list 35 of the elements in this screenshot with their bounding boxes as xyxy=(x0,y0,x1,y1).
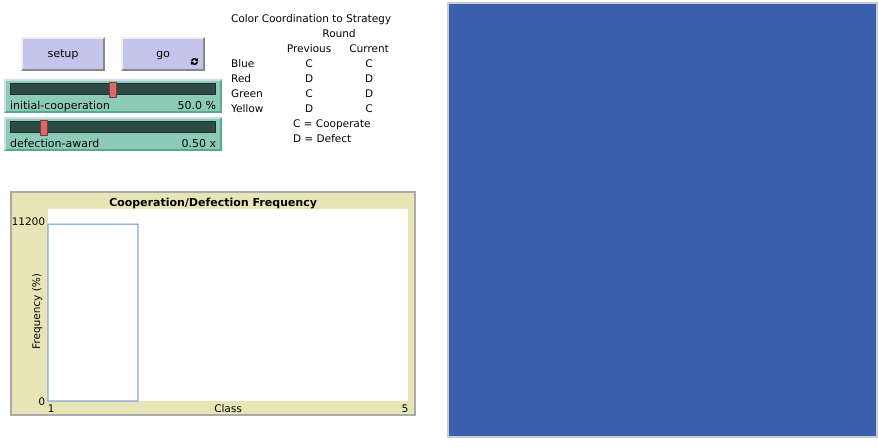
strategy-cell-text: C xyxy=(304,57,314,72)
strategy-cell-text: D xyxy=(364,87,374,102)
slider-control[interactable]: initial-cooperation 50.0 % xyxy=(4,79,222,113)
strategy-cell-text: D xyxy=(364,72,374,87)
slider-label: defection-award xyxy=(10,136,100,152)
legend-note: C = Cooperate xyxy=(293,117,372,132)
color-label: Yellow xyxy=(231,102,264,117)
color-label: Blue xyxy=(231,57,256,72)
slider-control[interactable]: defection-award 0.50 x xyxy=(4,117,222,151)
color-label: Green xyxy=(231,87,264,102)
button-control[interactable]: go xyxy=(121,37,205,71)
x-tick-label: 1 xyxy=(48,403,54,414)
color-label: Red xyxy=(231,72,252,87)
legend-subtitle: Round xyxy=(321,27,357,42)
x-axis-label: Class xyxy=(214,403,242,414)
slider-thumb[interactable] xyxy=(109,82,117,98)
legend-title: Color Coordination to Strategy xyxy=(231,12,392,27)
slider-value: 0.50 x xyxy=(182,136,216,152)
strategy-cell-text: C xyxy=(364,102,374,117)
strategy-cell-text: C xyxy=(304,87,314,102)
x-tick-label: 5 xyxy=(402,403,408,414)
y-tick-label: 11200 xyxy=(12,216,45,228)
strategy-cell-text: D xyxy=(304,72,314,87)
y-tick-label: 0 xyxy=(38,396,45,408)
column-header: Previous xyxy=(286,42,332,57)
y-axis-label: Frequency (%) xyxy=(31,273,43,349)
slider-label: initial-cooperation xyxy=(10,98,110,114)
button-control[interactable]: setup xyxy=(21,37,105,71)
slider-value: 50.0 % xyxy=(178,98,216,114)
chart-title: Cooperation/Defection Frequency xyxy=(108,195,318,211)
legend-note: D = Defect xyxy=(293,132,352,147)
strategy-cell-text: C xyxy=(364,57,374,72)
column-header: Current xyxy=(348,42,390,57)
slider-thumb[interactable] xyxy=(40,120,48,136)
strategy-cell-text: D xyxy=(304,102,314,117)
